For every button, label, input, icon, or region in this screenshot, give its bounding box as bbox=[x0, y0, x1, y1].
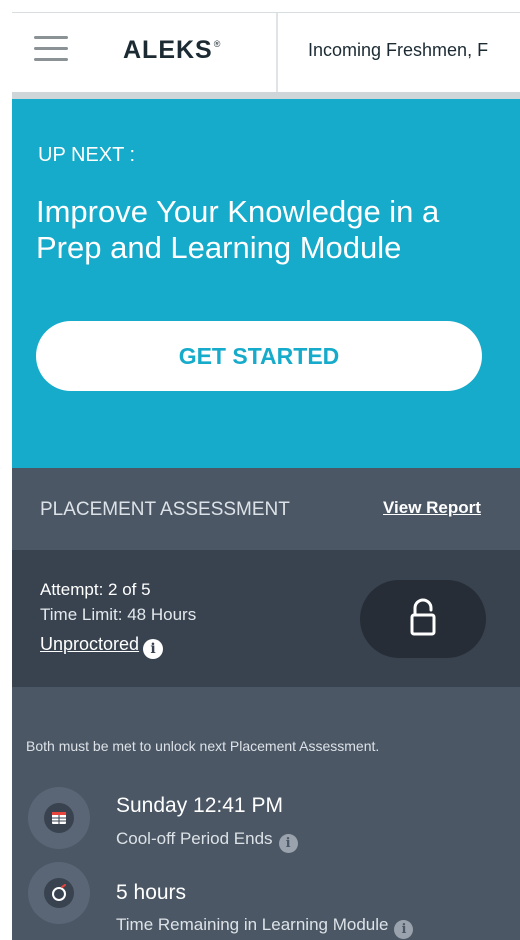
attempt-count: Attempt: 2 of 5 bbox=[40, 580, 151, 599]
cool-off-label: Cool-off Period Ends i bbox=[116, 829, 298, 853]
up-next-label: UP NEXT : bbox=[38, 144, 136, 166]
class-name-selector[interactable]: Incoming Freshmen, F bbox=[308, 40, 488, 61]
time-limit: Time Limit: 48 Hours bbox=[40, 605, 197, 624]
timer-icon bbox=[52, 884, 66, 901]
learning-time-remaining: 5 hours bbox=[116, 881, 187, 904]
placement-assessment-header: PLACEMENT ASSESSMENT View Report bbox=[12, 468, 520, 550]
info-icon[interactable]: i bbox=[278, 834, 298, 853]
header-divider bbox=[276, 13, 278, 93]
calendar-icon bbox=[52, 812, 66, 824]
placement-assessment-title: PLACEMENT ASSESSMENT bbox=[40, 499, 290, 520]
unlock-icon bbox=[410, 598, 436, 636]
timer-icon-badge bbox=[28, 862, 90, 924]
view-report-link[interactable]: View Report bbox=[383, 498, 481, 518]
header-bottom-border bbox=[12, 92, 520, 99]
get-started-button[interactable]: GET STARTED bbox=[36, 321, 482, 391]
proctor-status-label[interactable]: Unproctored bbox=[40, 634, 139, 654]
app-frame: ALEKS® Incoming Freshmen, F UP NEXT : Im… bbox=[12, 12, 520, 940]
up-next-title: Improve Your Knowledge in a Prep and Lea… bbox=[36, 194, 440, 265]
info-icon[interactable]: i bbox=[394, 920, 414, 939]
unlock-conditions-note: Both must be met to unlock next Placemen… bbox=[26, 738, 380, 754]
start-assessment-button[interactable] bbox=[360, 580, 486, 658]
unlock-conditions: Both must be met to unlock next Placemen… bbox=[12, 687, 520, 940]
top-header: ALEKS® Incoming Freshmen, F bbox=[12, 12, 520, 93]
cool-off-icon-badge bbox=[28, 787, 90, 849]
attempt-panel: Attempt: 2 of 5 Time Limit: 48 Hours Unp… bbox=[12, 550, 520, 687]
info-icon[interactable]: i bbox=[143, 639, 164, 659]
learning-time-label: Time Remaining in Learning Module i bbox=[116, 915, 414, 939]
cool-off-time: Sunday 12:41 PM bbox=[116, 794, 283, 817]
aleks-logo[interactable]: ALEKS® bbox=[123, 36, 221, 65]
hamburger-menu-icon[interactable] bbox=[34, 34, 68, 64]
up-next-panel: UP NEXT : Improve Your Knowledge in a Pr… bbox=[12, 99, 520, 468]
proctor-status[interactable]: Unproctored i bbox=[40, 634, 164, 659]
